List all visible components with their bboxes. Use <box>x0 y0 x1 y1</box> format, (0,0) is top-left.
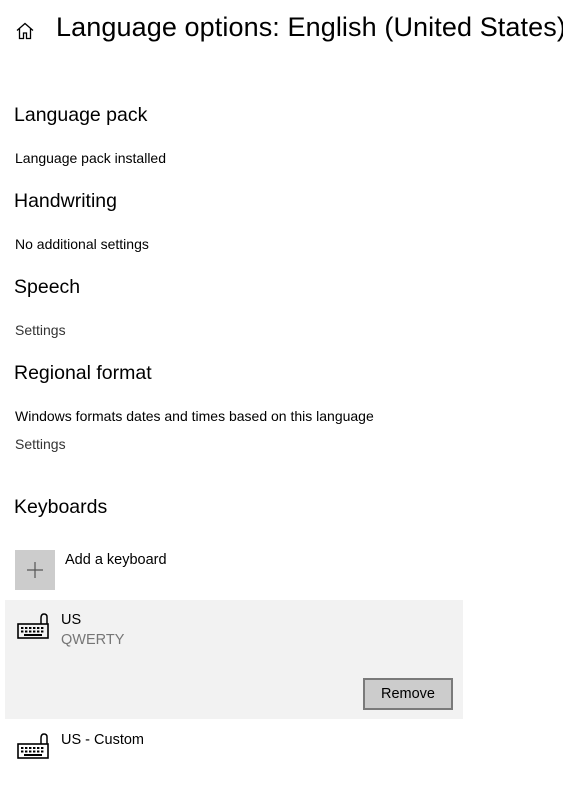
keyboard-layout: QWERTY <box>61 632 125 648</box>
plus-icon-box <box>15 550 55 590</box>
language-pack-heading: Language pack <box>14 104 148 126</box>
speech-heading: Speech <box>14 276 81 298</box>
remove-button[interactable]: Remove <box>363 678 453 710</box>
page-title: Language options: English (United States… <box>56 12 563 42</box>
regional-format-settings-link[interactable]: Settings <box>15 436 66 452</box>
keyboard-name: US - Custom <box>61 732 144 748</box>
home-icon <box>16 22 34 40</box>
regional-format-heading: Regional format <box>14 362 152 384</box>
regional-format-description: Windows formats dates and times based on… <box>15 408 374 424</box>
keyboard-icon <box>17 613 49 639</box>
home-button[interactable] <box>10 16 40 46</box>
add-keyboard-button[interactable]: Add a keyboard <box>15 550 167 590</box>
keyboards-heading: Keyboards <box>14 496 108 518</box>
handwriting-heading: Handwriting <box>14 190 117 212</box>
language-pack-status: Language pack installed <box>15 150 167 166</box>
keyboard-icon <box>17 733 49 759</box>
add-keyboard-label: Add a keyboard <box>65 552 167 568</box>
handwriting-status: No additional settings <box>15 236 149 252</box>
plus-icon <box>27 562 43 578</box>
keyboard-name: US <box>61 612 82 628</box>
speech-settings-link[interactable]: Settings <box>15 322 66 338</box>
